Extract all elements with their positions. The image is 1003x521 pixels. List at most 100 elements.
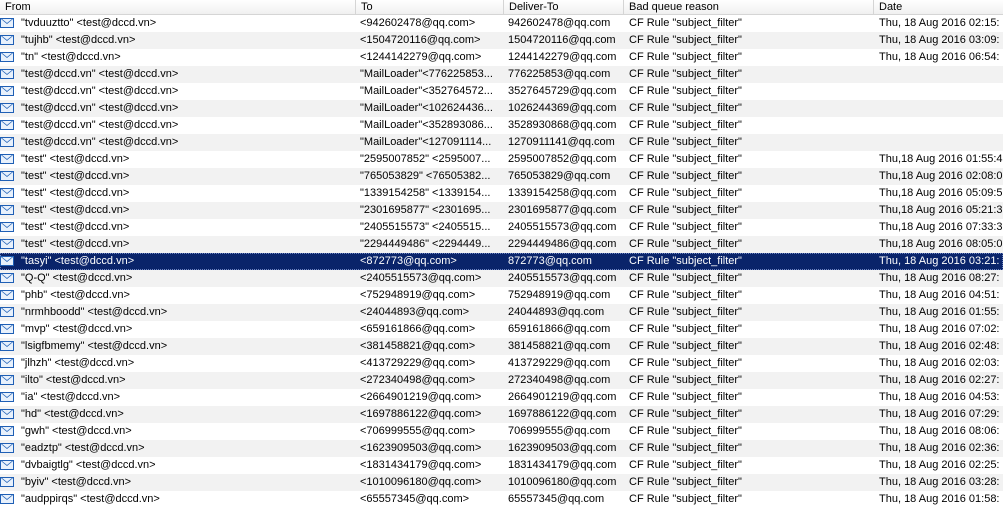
message-row[interactable]: "tasyi" <test@dccd.vn> <872773@qq.com> 872… [0, 253, 1003, 270]
message-deliver-to: 1010096180@qq.com [508, 476, 617, 488]
message-to: <872773@qq.com> [360, 255, 457, 267]
message-reason: CF Rule "subject_filter" [629, 493, 742, 505]
envelope-icon [0, 151, 16, 168]
message-row[interactable]: "gwh" <test@dccd.vn> <706999555@qq.com> 70… [0, 423, 1003, 440]
message-date: Thu, 18 Aug 2016 02:27: [879, 374, 1000, 386]
message-reason: CF Rule "subject_filter" [629, 204, 742, 216]
message-to: "2595007852" <2595007... [360, 153, 491, 165]
message-row[interactable]: "test" <test@dccd.vn> "2595007852" <25950… [0, 151, 1003, 168]
message-reason: CF Rule "subject_filter" [629, 374, 742, 386]
message-row[interactable]: "jlhzh" <test@dccd.vn> <413729229@qq.com>… [0, 355, 1003, 372]
message-from: "tn" <test@dccd.vn> [21, 51, 121, 63]
message-row[interactable]: "Q-Q" <test@dccd.vn> <2405515573@qq.com> 2… [0, 270, 1003, 287]
message-to: <272340498@qq.com> [360, 374, 476, 386]
message-row[interactable]: "test@dccd.vn" <test@dccd.vn> "MailLoader… [0, 66, 1003, 83]
message-row[interactable]: "test@dccd.vn" <test@dccd.vn> "MailLoader… [0, 100, 1003, 117]
message-row[interactable]: "ilto" <test@dccd.vn> <272340498@qq.com> 2… [0, 372, 1003, 389]
message-from: "test@dccd.vn" <test@dccd.vn> [21, 136, 179, 148]
message-row[interactable]: "mvp" <test@dccd.vn> <659161866@qq.com> 65… [0, 321, 1003, 338]
message-from: "tujhb" <test@dccd.vn> [21, 34, 136, 46]
envelope-icon [0, 236, 16, 253]
message-to: "MailLoader"<352764572... [360, 85, 493, 97]
message-row[interactable]: "eadztp" <test@dccd.vn> <1623909503@qq.co… [0, 440, 1003, 457]
message-row[interactable]: "test@dccd.vn" <test@dccd.vn> "MailLoader… [0, 117, 1003, 134]
envelope-icon [0, 202, 16, 219]
envelope-icon [0, 270, 16, 287]
envelope-icon [0, 304, 16, 321]
message-row[interactable]: "test" <test@dccd.vn> "2301695877" <23016… [0, 202, 1003, 219]
message-date: Thu, 18 Aug 2016 02:03: [879, 357, 1000, 369]
message-row[interactable]: "test" <test@dccd.vn> "2405515573" <24055… [0, 219, 1003, 236]
message-row[interactable]: "hd" <test@dccd.vn> <1697886122@qq.com> 16… [0, 406, 1003, 423]
message-reason: CF Rule "subject_filter" [629, 272, 742, 284]
envelope-icon [0, 321, 16, 338]
column-header-reason[interactable]: Bad queue reason [624, 0, 874, 14]
column-header-deliver-to[interactable]: Deliver-To [504, 0, 624, 14]
message-date: Thu, 18 Aug 2016 01:58: [879, 493, 1000, 505]
message-row[interactable]: "byiv" <test@dccd.vn> <1010096180@qq.com>… [0, 474, 1003, 491]
message-row[interactable]: "nrmhboodd" <test@dccd.vn> <24044893@qq.c… [0, 304, 1003, 321]
envelope-icon [0, 287, 16, 304]
message-deliver-to: 1697886122@qq.com [508, 408, 617, 420]
message-to: "MailLoader"<776225853... [360, 68, 493, 80]
message-from: "test" <test@dccd.vn> [21, 170, 130, 182]
message-from: "ia" <test@dccd.vn> [21, 391, 121, 403]
message-row[interactable]: "tujhb" <test@dccd.vn> <1504720116@qq.com… [0, 32, 1003, 49]
envelope-icon [0, 66, 16, 83]
message-deliver-to: 2301695877@qq.com [508, 204, 617, 216]
message-date [879, 66, 1003, 83]
message-row[interactable]: "lsigfbmemy" <test@dccd.vn> <381458821@qq… [0, 338, 1003, 355]
message-to: <2664901219@qq.com> [360, 391, 482, 403]
message-to: "MailLoader"<127091114... [360, 136, 492, 148]
message-from: "mvp" <test@dccd.vn> [21, 323, 133, 335]
message-row[interactable]: "test" <test@dccd.vn> "765053829" <765053… [0, 168, 1003, 185]
message-deliver-to: 776225853@qq.com [508, 68, 611, 80]
column-header-to[interactable]: To [356, 0, 504, 14]
message-row[interactable]: "tn" <test@dccd.vn> <1244142279@qq.com> 12… [0, 49, 1003, 66]
message-from: "test" <test@dccd.vn> [21, 153, 130, 165]
message-deliver-to: 65557345@qq.com [508, 493, 605, 505]
envelope-icon [0, 491, 16, 508]
message-reason: CF Rule "subject_filter" [629, 323, 742, 335]
envelope-icon [0, 15, 16, 32]
column-header-date[interactable]: Date [874, 0, 1003, 14]
message-row[interactable]: "tvduuztto" <test@dccd.vn> <942602478@qq.… [0, 15, 1003, 32]
message-reason: CF Rule "subject_filter" [629, 51, 742, 63]
message-reason: CF Rule "subject_filter" [629, 136, 742, 148]
message-reason: CF Rule "subject_filter" [629, 85, 742, 97]
message-row[interactable]: "phb" <test@dccd.vn> <752948919@qq.com> 75… [0, 287, 1003, 304]
message-row[interactable]: "ia" <test@dccd.vn> <2664901219@qq.com> 26… [0, 389, 1003, 406]
message-to: "MailLoader"<352893086... [360, 119, 493, 131]
message-date: Thu, 18 Aug 2016 02:15: [879, 17, 1000, 29]
column-header-from[interactable]: From [0, 0, 356, 14]
message-row[interactable]: "audppirqs" <test@dccd.vn> <65557345@qq.c… [0, 491, 1003, 508]
envelope-icon [0, 134, 16, 151]
message-from: "test" <test@dccd.vn> [21, 204, 130, 216]
envelope-icon [0, 83, 16, 100]
message-from: "test" <test@dccd.vn> [21, 221, 130, 233]
message-date: Thu,18 Aug 2016 07:33:3 [879, 221, 1003, 233]
message-from: "tvduuztto" <test@dccd.vn> [21, 17, 157, 29]
message-date: Thu, 18 Aug 2016 04:53: [879, 391, 1000, 403]
message-row[interactable]: "test@dccd.vn" <test@dccd.vn> "MailLoader… [0, 83, 1003, 100]
envelope-icon [0, 440, 16, 457]
message-deliver-to: 942602478@qq.com [508, 17, 611, 29]
message-from: "eadztp" <test@dccd.vn> [21, 442, 145, 454]
message-from: "jlhzh" <test@dccd.vn> [21, 357, 135, 369]
message-deliver-to: 872773@qq.com [508, 255, 592, 267]
message-to: "MailLoader"<102624436... [360, 102, 493, 114]
message-from: "test" <test@dccd.vn> [21, 238, 130, 250]
message-row[interactable]: "dvbaigtlg" <test@dccd.vn> <1831434179@qq… [0, 457, 1003, 474]
message-deliver-to: 1244142279@qq.com [508, 51, 617, 63]
message-reason: CF Rule "subject_filter" [629, 289, 742, 301]
message-date: Thu,18 Aug 2016 08:05:0 [879, 238, 1003, 250]
message-to: <1244142279@qq.com> [360, 51, 482, 63]
message-row[interactable]: "test" <test@dccd.vn> "1339154258" <13391… [0, 185, 1003, 202]
message-date: Thu, 18 Aug 2016 01:55: [879, 306, 1000, 318]
message-row[interactable]: "test" <test@dccd.vn> "2294449486" <22944… [0, 236, 1003, 253]
message-reason: CF Rule "subject_filter" [629, 476, 742, 488]
message-row[interactable]: "test@dccd.vn" <test@dccd.vn> "MailLoader… [0, 134, 1003, 151]
message-to: <381458821@qq.com> [360, 340, 476, 352]
message-to: <65557345@qq.com> [360, 493, 470, 505]
message-from: "test" <test@dccd.vn> [21, 187, 130, 199]
